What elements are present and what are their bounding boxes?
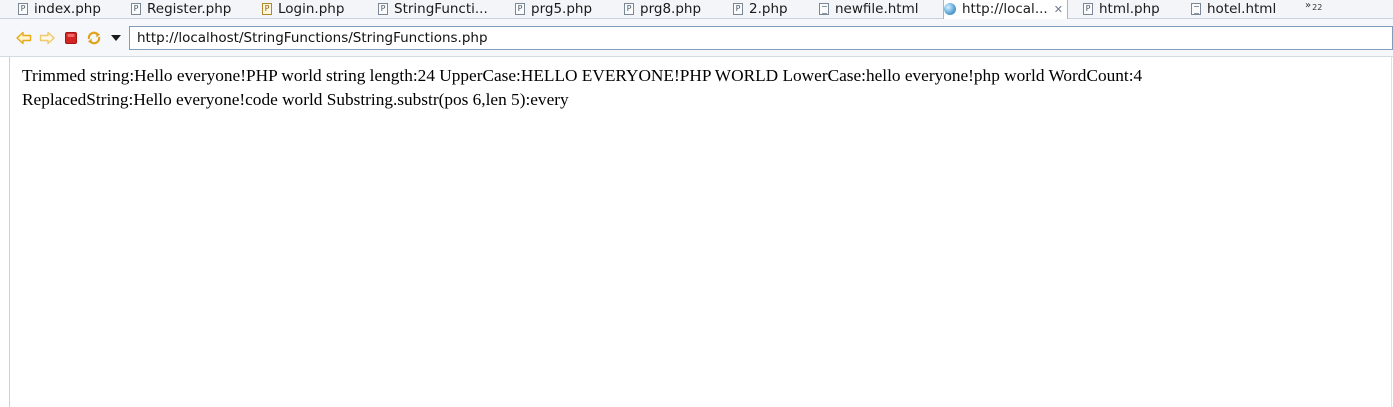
tab-label: prg8.php — [640, 1, 702, 17]
tab-label: hotel.html — [1207, 1, 1277, 17]
tab-prg8-php[interactable]: prg8.php — [624, 0, 701, 18]
output-line-1: Trimmed string:Hello everyone!PHP world … — [22, 66, 1143, 85]
php-file-icon — [515, 3, 525, 15]
refresh-icon — [87, 31, 101, 45]
php-file-icon — [18, 3, 28, 15]
tab-label: http://local... — [962, 1, 1048, 17]
php-file-icon — [131, 3, 141, 15]
output-line-2: ReplacedString:Hello everyone!code world… — [22, 90, 569, 109]
tab-label: newfile.html — [835, 1, 919, 17]
tab-prg5-php[interactable]: prg5.php — [515, 0, 592, 18]
php-file-icon — [378, 3, 388, 15]
tab-login-php[interactable]: Login.php — [262, 0, 344, 18]
browser-window: index.php Register.php Login.php StringF… — [0, 0, 1393, 407]
refresh-button[interactable] — [86, 30, 102, 46]
php-output-text: Trimmed string:Hello everyone!PHP world … — [22, 64, 1382, 112]
viewport-right-border — [1391, 57, 1392, 407]
php-file-icon — [624, 3, 634, 15]
tab-label: Login.php — [278, 1, 345, 17]
browser-toolbar: http://localhost/StringFunctions/StringF… — [0, 19, 1393, 57]
chevron-right-icon: » — [1305, 0, 1312, 11]
html-file-icon — [819, 3, 829, 15]
tab-label: prg5.php — [531, 1, 593, 17]
tab-register-php[interactable]: Register.php — [131, 0, 231, 18]
tab-label: index.php — [34, 1, 101, 17]
tab-label: 2.php — [749, 1, 788, 17]
php-file-icon — [733, 3, 743, 15]
url-text: http://localhost/StringFunctions/StringF… — [137, 30, 488, 46]
tab-label: Register.php — [147, 1, 232, 17]
stop-button[interactable] — [63, 30, 79, 46]
back-arrow-icon — [16, 31, 32, 45]
forward-arrow-icon — [39, 31, 55, 45]
tab-2-php[interactable]: 2.php — [733, 0, 788, 18]
close-tab-icon[interactable]: ✕ — [1054, 4, 1063, 15]
address-bar[interactable]: http://localhost/StringFunctions/StringF… — [129, 26, 1393, 50]
globe-icon — [944, 3, 956, 15]
navigation-menu-button[interactable] — [108, 30, 124, 46]
php-file-icon — [1083, 3, 1093, 15]
hidden-tab-count: 22 — [1312, 3, 1323, 12]
tab-index-php[interactable]: index.php — [18, 0, 101, 18]
tab-browser-localhost[interactable]: http://local... ✕ — [943, 0, 1068, 19]
tab-overflow-button[interactable]: » 22 — [1305, 0, 1322, 18]
forward-button[interactable] — [39, 30, 55, 46]
back-button[interactable] — [16, 30, 32, 46]
dropdown-arrow-icon — [111, 35, 121, 41]
tab-html-php[interactable]: html.php — [1083, 0, 1160, 18]
tab-label: html.php — [1099, 1, 1160, 17]
stop-icon — [65, 32, 77, 44]
html-file-icon — [1191, 3, 1201, 15]
viewport-left-border — [9, 57, 10, 407]
tab-hotel-html[interactable]: hotel.html — [1191, 0, 1276, 18]
tab-label: StringFuncti... — [394, 1, 488, 17]
tab-newfile-html[interactable]: newfile.html — [819, 0, 919, 18]
php-file-icon — [262, 3, 272, 15]
tab-stringfunctions-php[interactable]: StringFuncti... — [378, 0, 488, 18]
editor-tab-bar: index.php Register.php Login.php StringF… — [0, 0, 1393, 19]
